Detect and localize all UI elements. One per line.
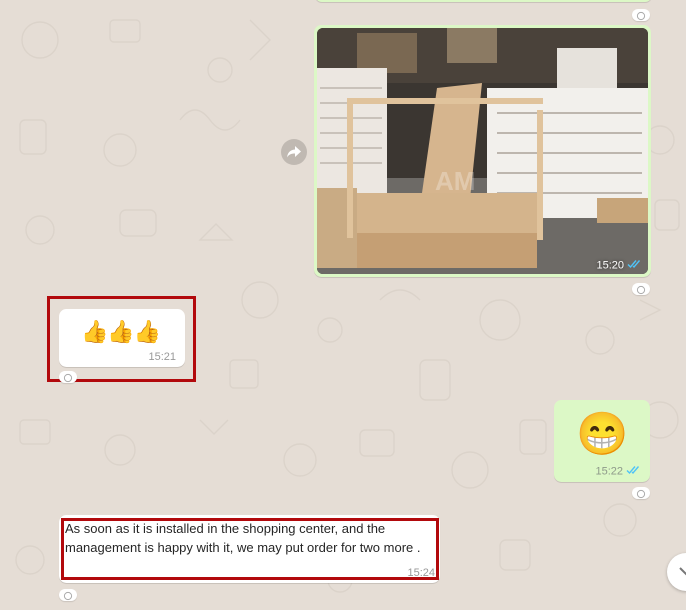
chevron-down-icon: [679, 563, 686, 581]
message-time: 15:22: [595, 465, 642, 478]
shared-photo[interactable]: AM: [317, 28, 648, 274]
reaction-smiley-icon[interactable]: [632, 283, 650, 295]
reaction-smiley-icon[interactable]: [632, 9, 650, 21]
highlight-box: [47, 296, 196, 382]
previous-message-bubble[interactable]: [315, 0, 652, 2]
photo-watermark: AM: [435, 166, 475, 196]
message-time: 15:20: [596, 259, 643, 272]
photo-message-bubble[interactable]: AM 15:20: [314, 25, 651, 277]
reaction-smiley-icon[interactable]: [59, 589, 77, 601]
reaction-smiley-icon[interactable]: [59, 371, 77, 383]
highlight-box: [61, 518, 439, 580]
forward-arrow-icon[interactable]: [281, 139, 307, 165]
double-check-icon: [627, 259, 643, 272]
grin-emoji: 😁: [576, 410, 629, 457]
reaction-smiley-icon[interactable]: [632, 487, 650, 499]
double-check-icon: [626, 465, 642, 478]
grin-message-bubble[interactable]: 😁 15:22: [554, 400, 650, 482]
photo-image: AM: [317, 28, 648, 274]
